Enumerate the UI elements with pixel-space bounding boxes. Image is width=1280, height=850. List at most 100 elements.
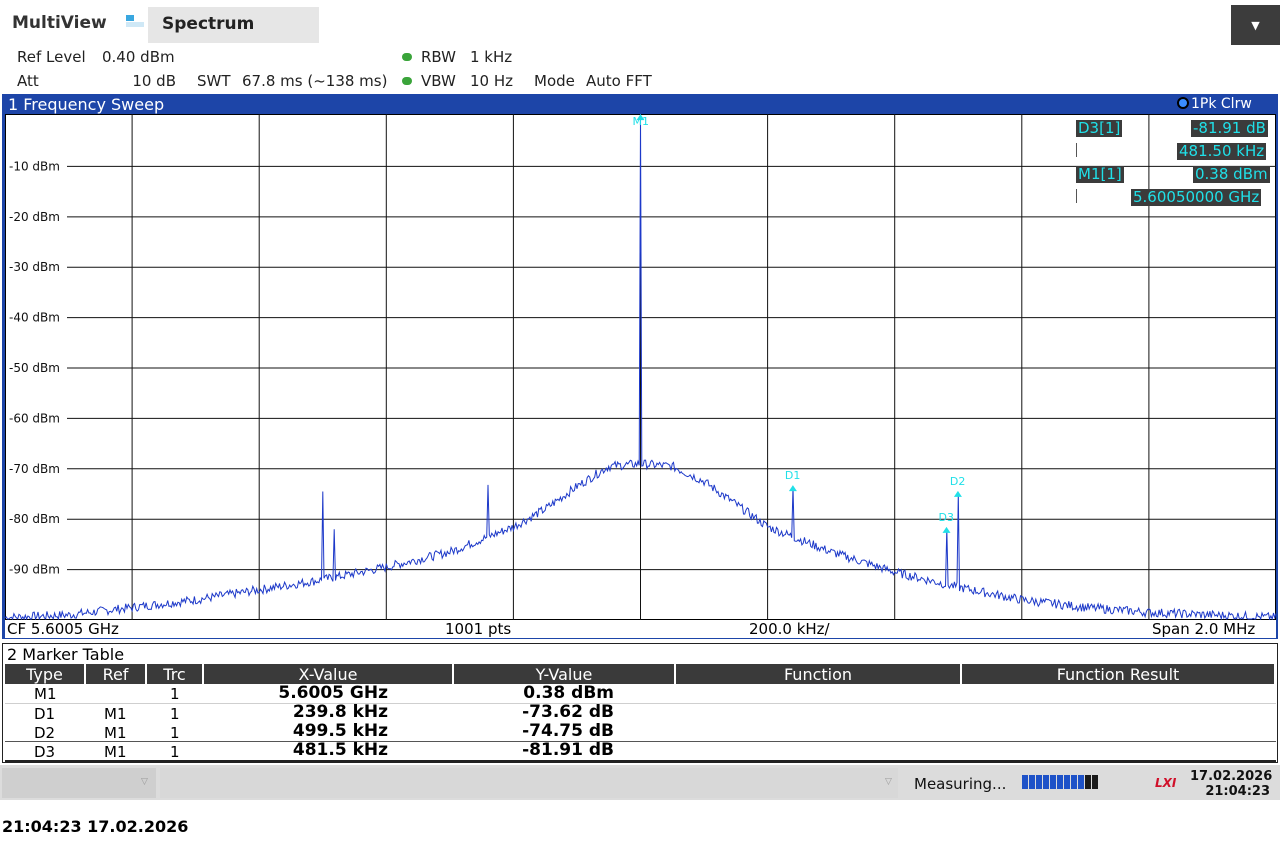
multiview-layout-icon[interactable]	[126, 15, 144, 27]
col-function: Function	[676, 664, 962, 684]
y-tick-label: -20 dBm	[9, 210, 60, 224]
frequency-sweep-title: 1 Frequency Sweep	[8, 95, 165, 114]
col-trc: Trc	[147, 664, 204, 684]
screenshot-timestamp: 21:04:23 17.02.2026	[2, 817, 189, 836]
swt-label[interactable]: SWT	[197, 72, 231, 90]
span-per-division: 200.0 kHz/	[749, 620, 830, 638]
row-y-value: -73.62 dB	[522, 702, 614, 722]
row-type: D3	[34, 743, 56, 761]
sweep-points[interactable]: 1001 pts	[445, 620, 511, 638]
trace-indicator[interactable]: 1Pk Clrw	[1177, 96, 1252, 112]
col-ref: Ref	[86, 664, 147, 684]
dropdown-menu-button[interactable]: ▼	[1231, 5, 1280, 45]
progress-segment	[1085, 775, 1091, 789]
progress-segment	[1057, 775, 1063, 789]
marker-info-d3-freq: 481.50 kHz	[1177, 142, 1267, 160]
row-ref: M1	[104, 705, 127, 723]
marker-triangle-icon	[788, 485, 797, 492]
row-divider	[5, 741, 1276, 742]
y-tick-label: -10 dBm	[9, 159, 60, 173]
row-x-value: 499.5 kHz	[292, 721, 388, 741]
rbw-coupled-indicator	[402, 53, 412, 61]
vbw-coupled-indicator	[402, 77, 412, 85]
row-y-value: -81.91 dB	[522, 740, 614, 760]
spectrum-plot[interactable]: -10 dBm -20 dBm -30 dBm -40 dBm -50 dBm -60 d…	[5, 114, 1276, 620]
row-x-value: 239.8 kHz	[292, 702, 388, 722]
progress-segment	[1022, 775, 1028, 789]
marker-table-title: 2 Marker Table	[7, 645, 125, 664]
marker-table-bottom-border	[5, 760, 1276, 763]
vbw-value[interactable]: 10 Hz	[470, 72, 513, 90]
row-ref: M1	[104, 724, 127, 742]
ref-level-label[interactable]: Ref Level	[17, 48, 86, 66]
y-tick-label: -30 dBm	[9, 260, 60, 274]
status-field-left[interactable]: ▽	[2, 768, 156, 798]
trace-circle-icon	[1177, 97, 1189, 109]
marker-label: D1	[785, 469, 800, 482]
progress-segment	[1029, 775, 1035, 789]
att-label[interactable]: Att	[17, 72, 39, 90]
y-tick-label: -50 dBm	[9, 361, 60, 375]
status-date: 17.02.2026	[1190, 769, 1273, 784]
lxi-logo[interactable]: LXI	[1155, 776, 1176, 790]
row-trc: 1	[170, 743, 180, 761]
tab-spectrum[interactable]: Spectrum	[148, 7, 319, 43]
rbw-label[interactable]: RBW	[421, 48, 456, 66]
trace-label: 1Pk Clrw	[1191, 96, 1252, 112]
ref-level-value[interactable]: 0.40 dBm	[102, 48, 175, 66]
marker-triangle-icon	[953, 490, 962, 497]
row-type: D2	[34, 724, 56, 742]
progress-segment	[1050, 775, 1056, 789]
y-tick-label: -80 dBm	[9, 512, 60, 526]
col-type: Type	[5, 664, 86, 684]
sweep-footer: CF 5.6005 GHz 1001 pts 200.0 kHz/ Span 2…	[5, 620, 1276, 638]
marker-info-m1-freq: 5.60050000 GHz	[1131, 188, 1262, 206]
row-trc: 1	[170, 685, 180, 703]
y-tick-label: -90 dBm	[9, 563, 60, 577]
rbw-value[interactable]: 1 kHz	[470, 48, 512, 66]
status-time: 21:04:23	[1205, 784, 1270, 799]
measuring-status: Measuring...	[914, 775, 1007, 793]
progress-segment	[1092, 775, 1098, 789]
marker-info-d3-label: D3[1]	[1076, 119, 1123, 137]
mode-label[interactable]: Mode	[534, 72, 575, 90]
vbw-label[interactable]: VBW	[421, 72, 456, 90]
row-x-value: 5.6005 GHz	[278, 683, 388, 703]
col-x-value: X-Value	[204, 664, 454, 684]
att-value[interactable]: 10 dB	[100, 72, 176, 90]
marker-info-d3-value: -81.91 dB	[1191, 119, 1268, 137]
marker-info-m1-value: 0.38 dBm	[1193, 165, 1270, 183]
col-function-result: Function Result	[962, 664, 1276, 684]
marker-label: D3	[938, 511, 953, 524]
row-type: D1	[34, 705, 56, 723]
marker-info-m1-label: M1[1]	[1076, 165, 1124, 183]
status-field-message[interactable]: ▽	[160, 768, 898, 798]
marker-triangle-icon	[942, 526, 951, 533]
chevron-down-icon: ▼	[1251, 18, 1260, 32]
span[interactable]: Span 2.0 MHz	[1152, 620, 1255, 638]
row-y-value: 0.38 dBm	[523, 683, 614, 703]
multiview-label[interactable]: MultiView	[12, 13, 107, 33]
marker-label: D2	[950, 475, 965, 488]
progress-segment	[1064, 775, 1070, 789]
mode-value[interactable]: Auto FFT	[586, 72, 652, 90]
row-divider	[5, 703, 1276, 704]
progress-segment	[1071, 775, 1077, 789]
progress-segment	[1036, 775, 1042, 789]
center-frequency[interactable]: CF 5.6005 GHz	[7, 620, 119, 638]
swt-value[interactable]: 67.8 ms (~138 ms)	[242, 72, 387, 90]
marker-table-header: Type Ref Trc X-Value Y-Value Function Fu…	[5, 664, 1276, 684]
marker-info-separator	[1076, 189, 1077, 203]
progress-segment	[1043, 775, 1049, 789]
marker-info-separator	[1076, 143, 1077, 157]
col-y-value: Y-Value	[454, 664, 676, 684]
row-trc: 1	[170, 705, 180, 723]
tab-spectrum-label: Spectrum	[162, 14, 255, 34]
y-tick-label: -40 dBm	[9, 311, 60, 325]
measurement-progress-bar	[1022, 775, 1102, 789]
row-trc: 1	[170, 724, 180, 742]
row-x-value: 481.5 kHz	[292, 740, 388, 760]
chevron-down-icon[interactable]: ▽	[885, 777, 892, 787]
progress-segment	[1078, 775, 1084, 789]
chevron-down-icon[interactable]: ▽	[141, 777, 148, 787]
